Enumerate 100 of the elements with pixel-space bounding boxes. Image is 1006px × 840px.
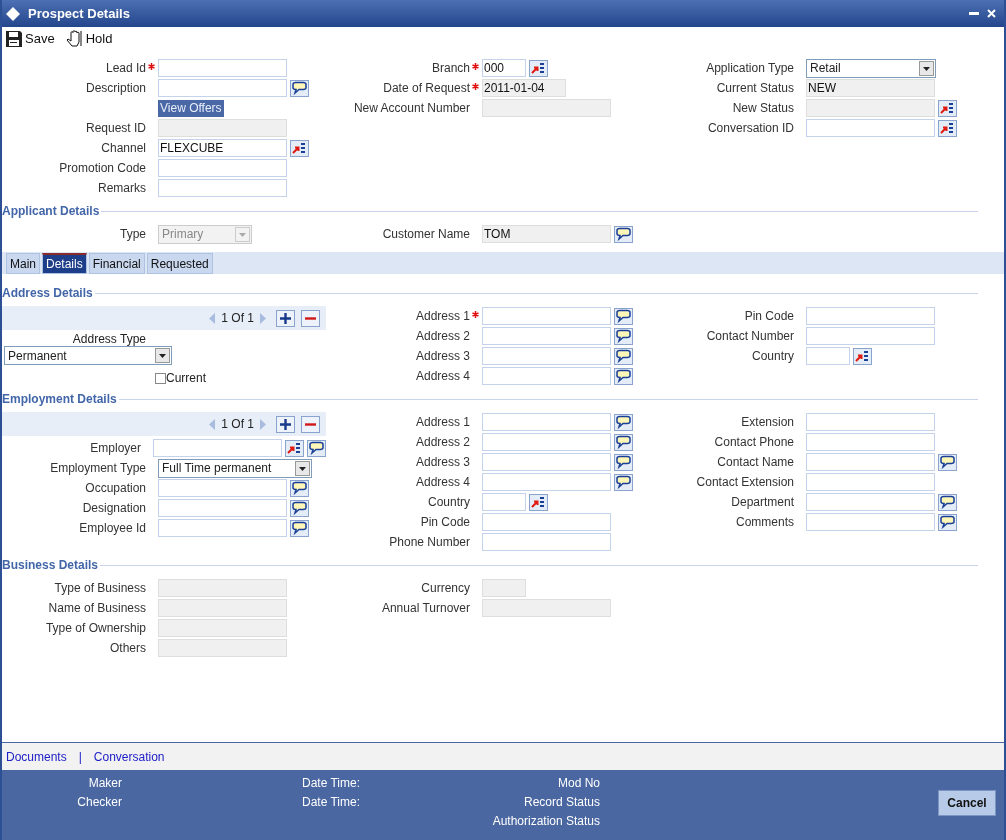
input-field[interactable] <box>158 479 287 497</box>
input-field[interactable] <box>482 433 611 451</box>
input-field[interactable] <box>482 367 611 385</box>
field-label: Remarks <box>97 181 146 195</box>
list-icon[interactable] <box>285 439 304 457</box>
input-field[interactable] <box>482 347 611 365</box>
remove-icon[interactable] <box>301 309 320 327</box>
speech-bubble-icon[interactable] <box>614 413 633 431</box>
speech-bubble-icon[interactable] <box>290 79 309 97</box>
field-label: Designation <box>81 501 146 515</box>
input-field[interactable] <box>158 59 287 77</box>
previous-icon[interactable] <box>209 312 216 324</box>
field-label: Request ID <box>84 121 146 135</box>
save-button[interactable]: Save <box>4 30 57 47</box>
input-field[interactable] <box>806 413 935 431</box>
input-field[interactable] <box>806 433 935 451</box>
field-label: Application Type <box>705 61 794 75</box>
tab[interactable]: Requested <box>146 253 213 274</box>
speech-bubble-icon[interactable] <box>938 453 957 471</box>
dropdown[interactable]: Full Time permanent <box>158 458 312 478</box>
speech-bubble-icon[interactable] <box>290 479 309 497</box>
footer-link[interactable]: Documents <box>6 749 67 764</box>
speech-bubble-icon[interactable] <box>938 513 957 531</box>
audit-label: Maker <box>87 776 122 791</box>
speech-bubble-icon[interactable] <box>614 367 633 385</box>
field-label: Address 4 <box>414 369 470 383</box>
input-field[interactable] <box>158 79 287 97</box>
speech-bubble-icon[interactable] <box>614 327 633 345</box>
section-heading: Applicant Details <box>2 204 100 218</box>
audit-label: Mod No <box>558 776 601 791</box>
dropdown[interactable]: Retail <box>806 58 936 78</box>
speech-bubble-icon[interactable] <box>938 493 957 511</box>
input-field[interactable] <box>482 453 611 471</box>
cancel-button[interactable]: Cancel <box>938 790 996 816</box>
list-icon[interactable] <box>290 139 309 157</box>
speech-bubble-icon[interactable] <box>614 433 633 451</box>
input-field[interactable] <box>806 473 935 491</box>
tab[interactable]: Details <box>42 253 87 274</box>
tab[interactable]: Financial <box>88 253 145 274</box>
input-field[interactable] <box>158 499 287 517</box>
hand-icon <box>64 30 83 47</box>
add-icon[interactable] <box>276 415 295 433</box>
input-field[interactable] <box>482 513 611 531</box>
field-label: Pin Code <box>743 309 794 323</box>
audit-label: Authorization Status <box>492 814 601 829</box>
speech-bubble-icon[interactable] <box>614 453 633 471</box>
input-field[interactable]: FLEXCUBE <box>158 139 287 157</box>
remove-icon[interactable] <box>301 415 320 433</box>
section-heading: Employment Details <box>2 392 117 406</box>
audit-label: Checker <box>76 795 122 810</box>
separator: | <box>78 749 82 764</box>
input-field[interactable] <box>482 413 611 431</box>
input-field[interactable] <box>482 533 611 551</box>
field-label: Currency <box>420 581 470 595</box>
input-field[interactable] <box>806 453 935 471</box>
list-icon[interactable] <box>938 119 957 137</box>
input-field[interactable] <box>158 519 287 537</box>
save-icon <box>6 30 22 47</box>
speech-bubble-icon[interactable] <box>290 499 309 517</box>
input-field[interactable] <box>806 493 935 511</box>
input-field[interactable] <box>806 327 935 345</box>
input-field[interactable] <box>482 493 526 511</box>
field-label: Type of Business <box>53 581 146 595</box>
list-icon[interactable] <box>529 493 548 511</box>
checkbox[interactable] <box>155 372 166 384</box>
input-field[interactable] <box>482 307 611 325</box>
input-field[interactable] <box>158 159 287 177</box>
minimize-icon[interactable] <box>969 11 979 16</box>
list-icon[interactable] <box>853 347 872 365</box>
hold-button[interactable]: Hold <box>62 30 115 47</box>
footer-link[interactable]: Conversation <box>93 749 165 764</box>
next-icon[interactable] <box>260 312 266 324</box>
add-icon[interactable] <box>276 309 295 327</box>
speech-bubble-icon[interactable] <box>614 347 633 365</box>
next-icon[interactable] <box>260 418 266 430</box>
field-label: Conversation ID <box>706 121 794 135</box>
view-offers-button[interactable]: View Offers <box>158 99 224 117</box>
previous-icon[interactable] <box>209 418 216 430</box>
list-icon[interactable] <box>529 59 548 77</box>
dropdown[interactable]: Permanent <box>4 346 172 365</box>
input-field[interactable] <box>806 307 935 325</box>
speech-bubble-icon[interactable] <box>290 519 309 537</box>
input-field[interactable] <box>806 513 935 531</box>
input-field[interactable] <box>806 347 850 365</box>
field-label: Contact Name <box>716 455 794 469</box>
field-label: Employment Type <box>49 461 146 475</box>
field-label: Pin Code <box>419 515 470 529</box>
tab[interactable]: Main <box>6 253 40 274</box>
input-field[interactable] <box>482 327 611 345</box>
close-icon[interactable] <box>987 9 996 18</box>
field-label: Contact Phone <box>713 435 794 449</box>
speech-bubble-icon[interactable] <box>614 307 633 325</box>
input-field[interactable] <box>482 473 611 491</box>
input-field[interactable] <box>153 439 282 457</box>
speech-bubble-icon[interactable] <box>307 439 326 457</box>
input-field[interactable]: 000 <box>482 59 526 77</box>
checkbox-label: Current <box>166 371 206 385</box>
input-field[interactable] <box>806 119 935 137</box>
input-field[interactable] <box>158 179 287 197</box>
speech-bubble-icon[interactable] <box>614 473 633 491</box>
